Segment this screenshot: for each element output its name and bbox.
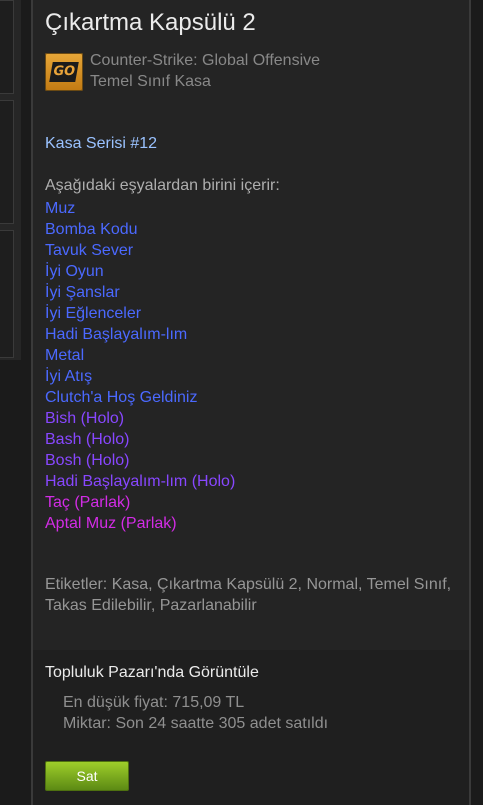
contents-item[interactable]: Aptal Muz (Parlak) <box>45 513 235 534</box>
contains-label: Aşağıdaki eşyalardan birini içerir: <box>45 177 280 194</box>
item-type: Temel Sınıf Kasa <box>90 73 211 90</box>
inventory-grid-edge <box>0 0 22 805</box>
contents-item[interactable]: Bash (Holo) <box>45 429 235 450</box>
contents-item[interactable]: Tavuk Sever <box>45 240 235 261</box>
contents-item[interactable]: Clutch'a Hoş Geldiniz <box>45 387 235 408</box>
inventory-slot[interactable] <box>0 0 14 94</box>
game-name: Counter-Strike: Global Offensive <box>90 52 321 69</box>
csgo-logo-badge: GO <box>49 62 79 82</box>
contents-list: Muz Bomba Kodu Tavuk Sever İyi Oyun İyi Şans… <box>45 198 235 534</box>
contents-item[interactable]: Bosh (Holo) <box>45 450 235 471</box>
case-series: Kasa Serisi #12 <box>45 135 158 152</box>
contents-item[interactable]: Hadi Başlayalım-lım (Holo) <box>45 471 235 492</box>
sold-volume: Miktar: Son 24 saatte 305 adet satıldı <box>63 715 329 732</box>
sell-button[interactable]: Sat <box>45 761 129 791</box>
contents-item[interactable]: İyi Eğlenceler <box>45 303 235 324</box>
inventory-slot[interactable] <box>0 100 14 224</box>
contents-item[interactable]: Hadi Başlayalım-lım <box>45 324 235 345</box>
contents-item[interactable]: Metal <box>45 345 235 366</box>
lowest-price: En düşük fiyat: 715,09 TL <box>63 694 245 711</box>
contents-item[interactable]: İyi Atış <box>45 366 235 387</box>
item-title: Çıkartma Kapsülü 2 <box>45 9 256 36</box>
contents-item[interactable]: İyi Şanslar <box>45 282 235 303</box>
contents-item[interactable]: Muz <box>45 198 235 219</box>
tags-text: Etiketler: Kasa, Çıkartma Kapsülü 2, Nor… <box>45 576 452 614</box>
contents-item[interactable]: İyi Oyun <box>45 261 235 282</box>
contents-item[interactable]: Bish (Holo) <box>45 408 235 429</box>
csgo-logo-icon: GO <box>45 53 83 91</box>
market-link[interactable]: Topluluk Pazarı'nda Görüntüle <box>45 664 259 682</box>
contents-item[interactable]: Taç (Parlak) <box>45 492 235 513</box>
contents-item[interactable]: Bomba Kodu <box>45 219 235 240</box>
inventory-slot[interactable] <box>0 230 14 358</box>
